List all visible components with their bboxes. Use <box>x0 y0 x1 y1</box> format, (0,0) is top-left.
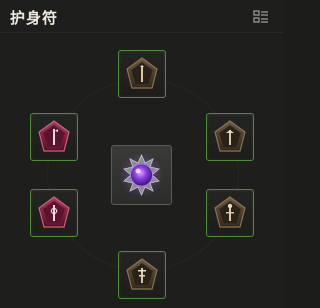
header-divider <box>0 32 283 33</box>
bronze-rune-pentagon-icon <box>214 196 246 228</box>
amulet-center-slot[interactable] <box>111 145 172 205</box>
list-menu-icon <box>253 10 268 23</box>
list-menu-button[interactable] <box>252 8 270 26</box>
amulet-slot-left-lower[interactable] <box>30 189 78 237</box>
amulet-slot-top[interactable] <box>118 50 166 98</box>
amulet-slot-left-upper[interactable] <box>30 113 78 161</box>
purple-gem-icon <box>119 153 164 197</box>
amulet-slot-bottom[interactable] <box>118 251 166 299</box>
amulet-panel: 护身符 <box>0 0 283 308</box>
bronze-rune-pentagon-icon <box>214 120 246 152</box>
amulet-slot-right-upper[interactable] <box>206 113 254 161</box>
crimson-rune-pentagon-icon <box>38 196 70 228</box>
amulet-slot-right-lower[interactable] <box>206 189 254 237</box>
bronze-rune-pentagon-icon <box>126 258 158 290</box>
bronze-rune-pentagon-icon <box>126 57 158 89</box>
crimson-rune-pentagon-icon <box>38 120 70 152</box>
panel-title: 护身符 <box>10 9 59 27</box>
